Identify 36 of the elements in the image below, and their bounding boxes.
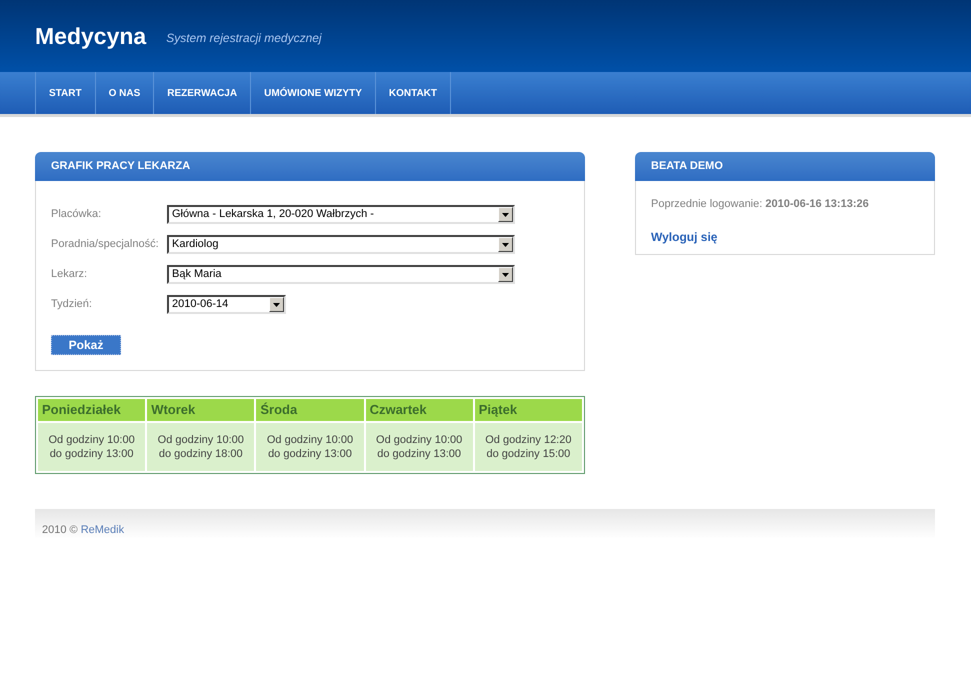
field-label: Tydzień: xyxy=(51,297,93,312)
day-header: Piątek xyxy=(474,399,582,421)
hours-cell: Od godziny 10:00 do godziny 13:00 xyxy=(256,423,364,471)
hours-cell: Od godziny 10:00 do godziny 13:00 xyxy=(38,423,146,471)
show-button[interactable]: Pokaż xyxy=(51,335,121,355)
dropdown-arrow-icon xyxy=(502,212,509,216)
dropdown-arrow-icon xyxy=(273,302,280,306)
day-header: Środa xyxy=(256,399,364,421)
field-label: Lekarz: xyxy=(51,267,88,282)
nav-link[interactable]: O NAS xyxy=(96,72,154,114)
nav-link[interactable]: START xyxy=(36,72,96,114)
field-label: Poradnia/specjalność: xyxy=(51,237,160,252)
nav-link[interactable]: KONTAKT xyxy=(376,72,452,114)
dropdown-arrow-icon xyxy=(502,242,509,246)
footer-link[interactable]: ReMedik xyxy=(80,524,124,536)
day-header: Poniedziałek xyxy=(38,399,146,421)
dropdown[interactable]: 2010-06-14 xyxy=(167,295,286,314)
dropdown[interactable]: Kardiolog xyxy=(167,235,515,254)
field-label: Placówka: xyxy=(51,207,102,222)
dropdown-arrow-icon xyxy=(502,272,509,276)
footer-text: 2010 © ReMedik xyxy=(42,522,124,538)
nav-link[interactable]: UMÓWIONE WIZYTY xyxy=(251,72,376,114)
dropdown[interactable]: Bąk Maria xyxy=(167,265,515,284)
logout-link[interactable]: Wyloguj się xyxy=(651,228,718,246)
dropdown[interactable]: Główna - Lekarska 1, 20-020 Wałbrzych - xyxy=(167,205,515,224)
day-header: Czwartek xyxy=(366,399,473,421)
day-header: Wtorek xyxy=(147,399,254,421)
hours-cell: Od godziny 10:00 do godziny 13:00 xyxy=(366,423,473,471)
hours-cell: Od godziny 10:00 do godziny 18:00 xyxy=(147,423,254,471)
panel-title: BEATA DEMO xyxy=(651,159,723,174)
nav-link[interactable]: REZERWACJA xyxy=(154,72,252,114)
site-tagline: System rejestracji medycznej xyxy=(166,30,322,47)
last-login-text: Poprzednie logowanie: 2010-06-16 13:13:26 xyxy=(651,197,870,212)
panel-title: GRAFIK PRACY LEKARZA xyxy=(51,159,190,174)
site-logo[interactable]: Medycyna xyxy=(35,18,146,54)
hours-cell: Od godziny 12:20 do godziny 15:00 xyxy=(474,423,582,471)
